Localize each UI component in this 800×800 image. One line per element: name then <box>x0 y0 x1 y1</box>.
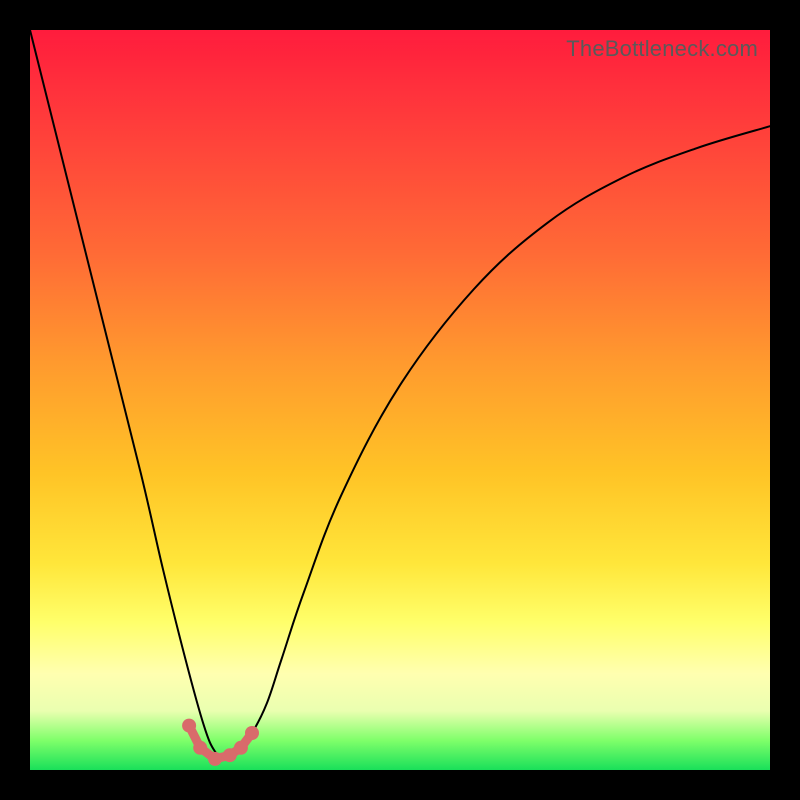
bottleneck-curve <box>30 30 770 759</box>
marker-dot <box>245 726 259 740</box>
marker-dot <box>234 741 248 755</box>
marker-dot <box>193 741 207 755</box>
plot-area: TheBottleneck.com <box>30 30 770 770</box>
chart-frame: TheBottleneck.com <box>0 0 800 800</box>
marker-dot <box>182 719 196 733</box>
marker-dot <box>208 752 222 766</box>
chart-svg <box>30 30 770 770</box>
